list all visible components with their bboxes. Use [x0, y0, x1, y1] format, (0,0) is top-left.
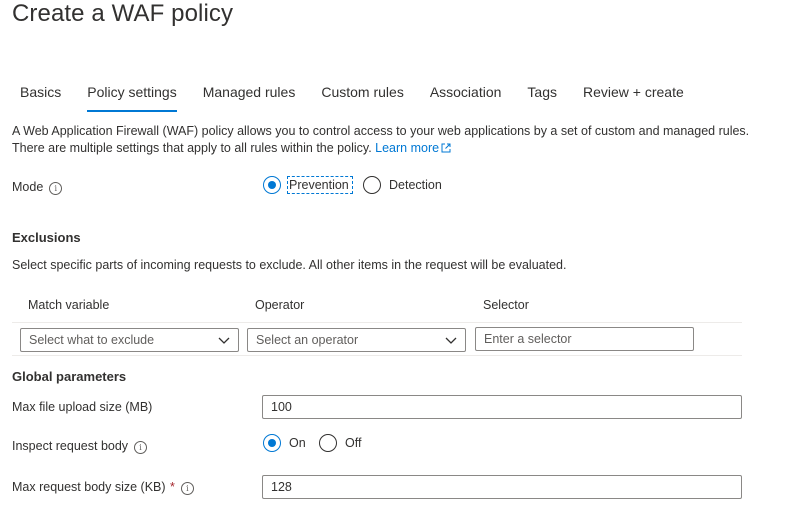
tab-bar: Basics Policy settings Managed rules Cus… — [20, 84, 710, 112]
table-divider — [12, 322, 742, 323]
operator-placeholder: Select an operator — [256, 333, 359, 347]
tab-managed-rules[interactable]: Managed rules — [203, 84, 296, 112]
tab-review-create[interactable]: Review + create — [583, 84, 684, 112]
inspect-off-option[interactable]: Off — [319, 434, 361, 452]
inspect-body-label-text: Inspect request body — [12, 439, 129, 453]
max-body-label-text: Max request body size (KB) — [12, 480, 166, 494]
tab-policy-settings[interactable]: Policy settings — [87, 84, 178, 112]
inspect-body-label: Inspect request body i — [12, 439, 148, 454]
learn-more-link[interactable]: Learn more — [375, 141, 451, 155]
column-selector: Selector — [483, 298, 529, 312]
chevron-down-icon — [218, 337, 230, 344]
radio-detection[interactable] — [363, 176, 381, 194]
max-file-upload-input[interactable]: 100 — [262, 395, 742, 419]
max-file-upload-label: Max file upload size (MB) — [12, 400, 153, 414]
required-marker: * — [170, 480, 175, 494]
mode-label: Mode i — [12, 180, 63, 195]
global-parameters-title: Global parameters — [12, 369, 127, 384]
exclusions-title: Exclusions — [12, 230, 81, 245]
tab-tags[interactable]: Tags — [527, 84, 557, 112]
on-label: On — [289, 436, 306, 450]
operator-dropdown[interactable]: Select an operator — [247, 328, 466, 352]
exclusions-description: Select specific parts of incoming reques… — [12, 258, 567, 272]
prevention-label: Prevention — [287, 176, 353, 194]
match-variable-dropdown[interactable]: Select what to exclude — [20, 328, 239, 352]
tab-basics[interactable]: Basics — [20, 84, 61, 112]
max-body-label: Max request body size (KB) * i — [12, 480, 194, 495]
radio-on[interactable] — [263, 434, 281, 452]
page-title: Create a WAF policy — [12, 0, 234, 27]
tab-custom-rules[interactable]: Custom rules — [321, 84, 403, 112]
detection-label: Detection — [389, 178, 442, 192]
mode-prevention-option[interactable]: Prevention — [263, 176, 353, 194]
radio-off[interactable] — [319, 434, 337, 452]
mode-detection-option[interactable]: Detection — [363, 176, 442, 194]
learn-more-label: Learn more — [375, 141, 440, 155]
chevron-down-icon — [445, 337, 457, 344]
policy-description: A Web Application Firewall (WAF) policy … — [12, 123, 772, 157]
column-match-variable: Match variable — [28, 298, 110, 312]
max-body-input[interactable]: 128 — [262, 475, 742, 499]
column-operator: Operator — [255, 298, 305, 312]
tab-association[interactable]: Association — [430, 84, 502, 112]
external-link-icon — [441, 143, 451, 153]
selector-input[interactable]: Enter a selector — [475, 327, 694, 351]
radio-prevention[interactable] — [263, 176, 281, 194]
info-icon[interactable]: i — [180, 482, 194, 495]
match-variable-placeholder: Select what to exclude — [29, 333, 155, 347]
info-icon[interactable]: i — [134, 441, 148, 454]
info-icon[interactable]: i — [49, 182, 63, 195]
table-divider — [12, 355, 742, 356]
mode-label-text: Mode — [12, 180, 44, 194]
off-label: Off — [345, 436, 362, 450]
inspect-on-option[interactable]: On — [263, 434, 306, 452]
